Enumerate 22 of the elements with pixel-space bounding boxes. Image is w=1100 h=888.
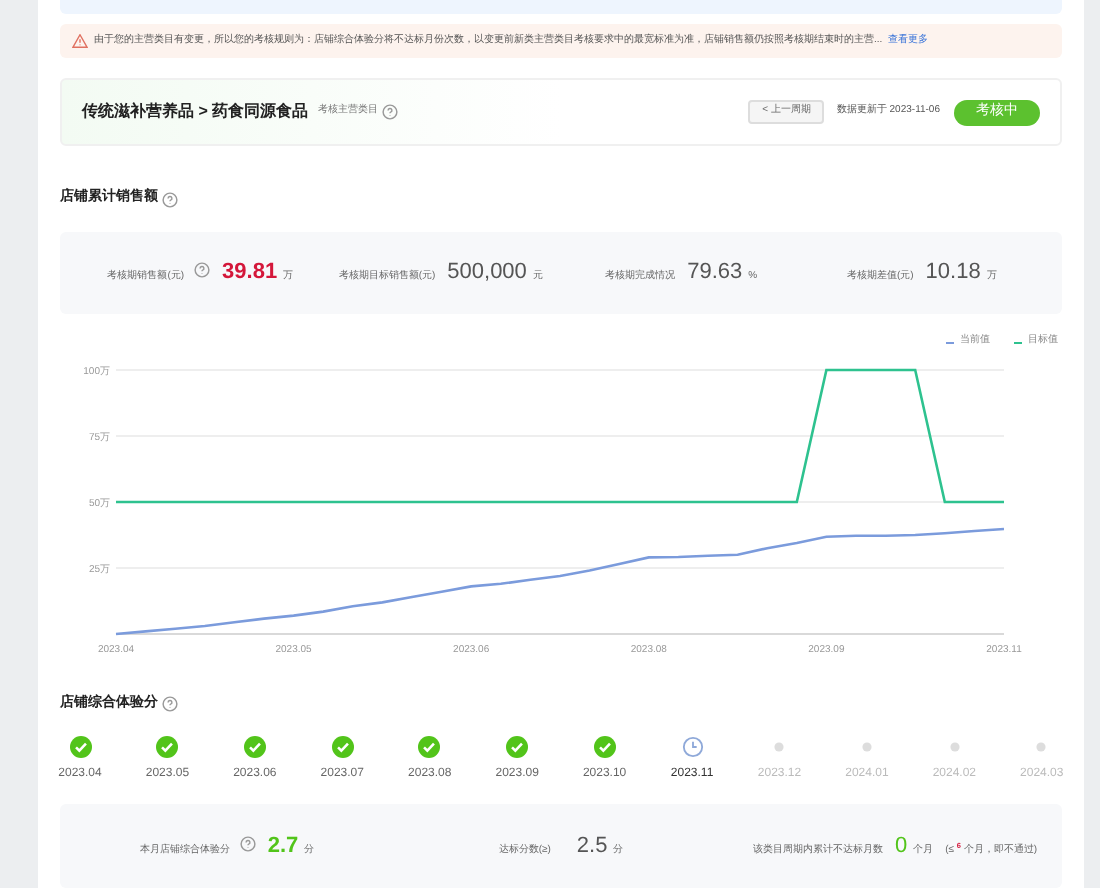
help-icon[interactable]	[194, 262, 211, 279]
category-title: 传统滋补营养品 > 药食同源食品	[82, 100, 309, 125]
stat-value: 500,000	[447, 258, 527, 289]
help-icon[interactable]	[162, 191, 178, 208]
check-circle-icon	[69, 736, 91, 758]
help-icon[interactable]	[162, 696, 178, 713]
help-icon[interactable]	[239, 835, 256, 851]
failed-months-value: 0	[894, 831, 908, 861]
warning-icon	[72, 33, 88, 48]
clock-icon	[681, 736, 704, 758]
check-circle-icon	[156, 736, 179, 758]
stat-value: 79.63	[687, 258, 743, 289]
check-circle-icon	[331, 736, 354, 758]
target-value: 2.5	[576, 831, 608, 861]
score-value: 2.7	[267, 831, 299, 861]
check-circle-icon	[506, 736, 529, 758]
check-circle-icon	[593, 736, 616, 758]
help-icon[interactable]	[382, 104, 399, 121]
check-circle-icon	[418, 736, 441, 758]
stat-value: 10.18	[925, 258, 981, 289]
check-circle-icon	[243, 736, 266, 758]
stat-value: 39.81	[222, 258, 278, 289]
